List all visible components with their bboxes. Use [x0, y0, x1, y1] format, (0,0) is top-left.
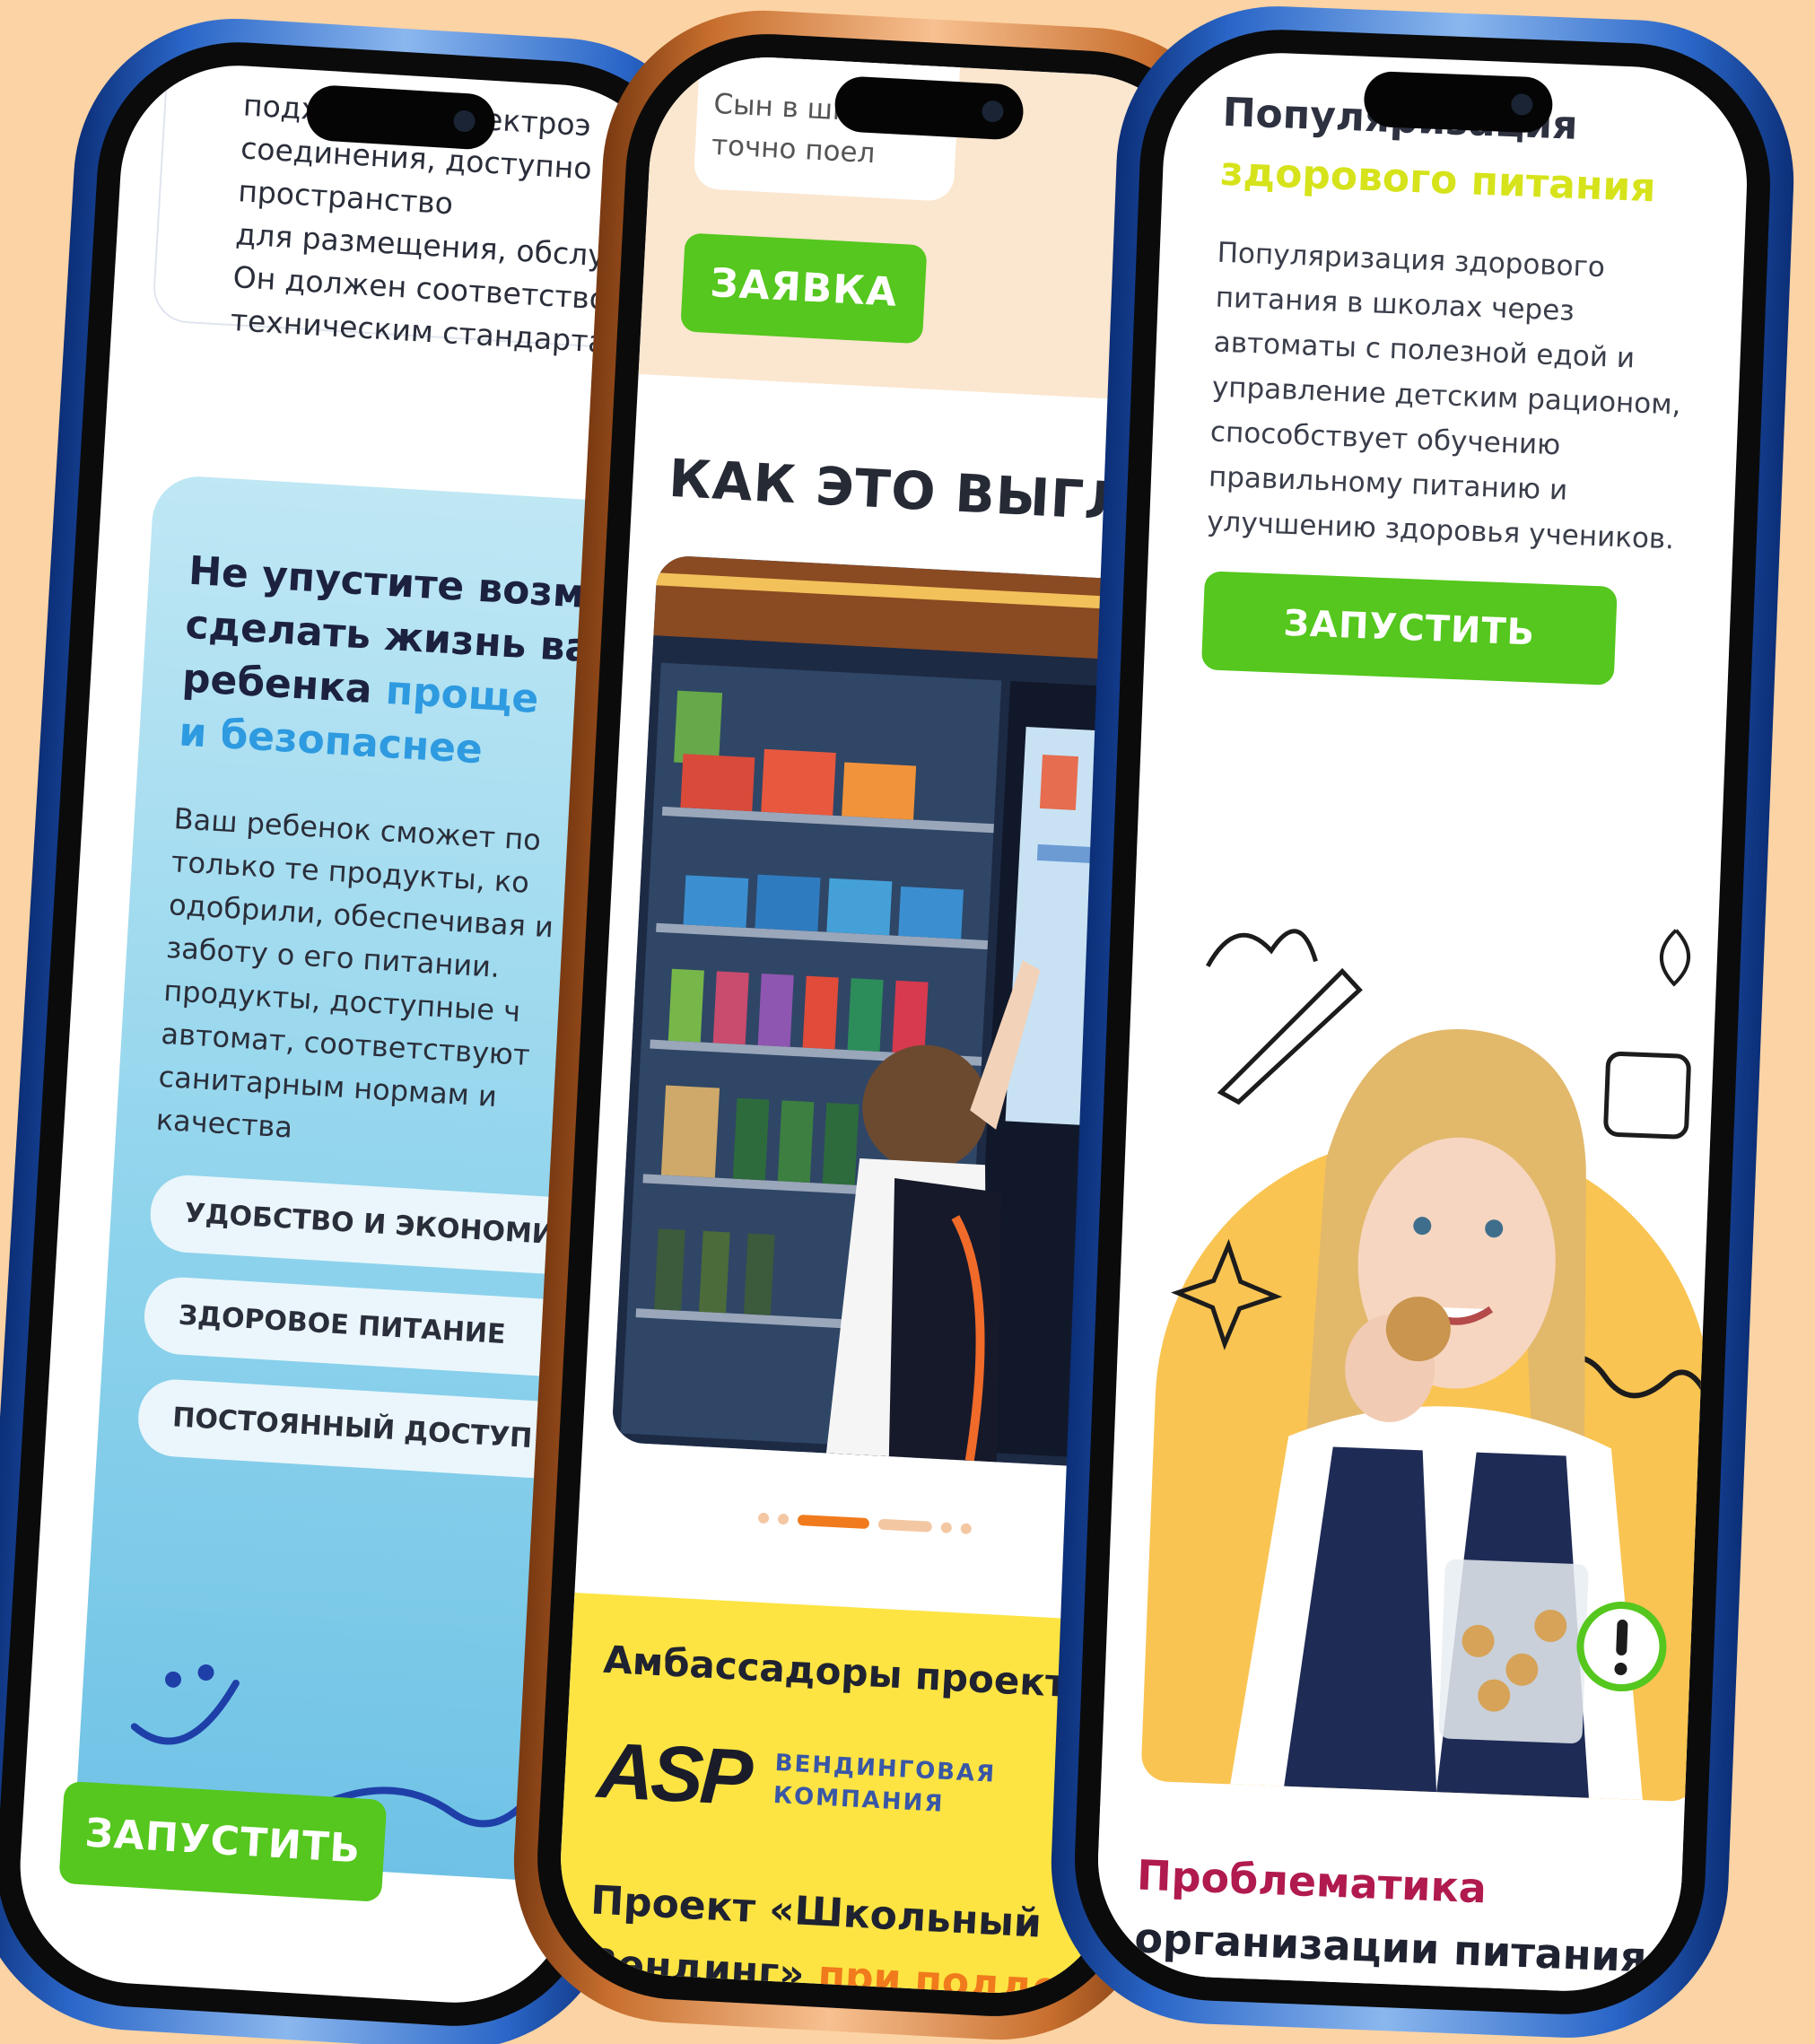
asp-logo-mark: ASP: [595, 1725, 752, 1824]
carousel-dots[interactable]: [757, 1512, 973, 1535]
ambassadors-section: Амбассадоры проекта ASP ВЕНДИНГОВАЯ КОМП…: [554, 1592, 1127, 1999]
carousel-dot[interactable]: [757, 1512, 770, 1524]
broccoli-doodle-icon: [1206, 929, 1318, 967]
asp-logo-text: ASP: [595, 1725, 752, 1822]
asp-logo-subtitle: ВЕНДИНГОВАЯ КОМПАНИЯ: [772, 1747, 997, 1823]
sparkle-doodle-icon: [1171, 1238, 1283, 1350]
dynamic-island: [833, 74, 1025, 141]
carousel-dot[interactable]: [777, 1513, 790, 1525]
phone-bezel: Популяризация здорового питания Популяри…: [1069, 24, 1776, 2020]
carousel-dot[interactable]: [960, 1523, 973, 1535]
dynamic-island: [305, 83, 497, 151]
phone-right: Популяризация здорового питания Популяри…: [1045, 0, 1800, 2044]
heading-line: ребенка: [180, 655, 374, 712]
problem-section: Проблематика организации питания: [1094, 1805, 1684, 1996]
carrot-doodle-icon: [1217, 967, 1363, 1105]
apple-doodle-icon: [1660, 929, 1690, 987]
problem-heading: Проблематика организации питания: [1133, 1844, 1650, 1989]
asp-logo: ASP ВЕНДИНГОВАЯ КОМПАНИЯ: [595, 1725, 1120, 1843]
girl-illustration: [1171, 929, 1706, 1801]
shop-doodle-icon: [1603, 1052, 1691, 1140]
girl-eating-photo: [1140, 857, 1732, 1803]
dynamic-island: [1362, 70, 1553, 134]
healthy-food-text: Популяризация здорового питания в школах…: [1206, 236, 1682, 556]
carousel-dot[interactable]: [877, 1518, 933, 1533]
project-title: Проект «Школьный Вендинг» при подде: [586, 1869, 1113, 1998]
screen-right: Популяризация здорового питания Популяри…: [1094, 48, 1751, 1996]
launch-button[interactable]: ЗАПУСТИТЬ: [58, 1780, 388, 1902]
project-line-highlight: при подде: [803, 1952, 1061, 1999]
heading-highlight: проще: [371, 667, 540, 723]
request-button[interactable]: ЗАЯВКА: [680, 232, 928, 345]
carousel-dot-active[interactable]: [797, 1514, 870, 1530]
ambassadors-title: Амбассадоры проекта: [602, 1637, 1094, 1708]
project-line: Вендинг»: [586, 1940, 806, 1997]
launch-project-button[interactable]: ЗАПУСТИТЬ ПРОЕКТ: [1200, 571, 1618, 751]
section-title: КАК ЭТО ВЫГЛ: [667, 447, 1130, 533]
carousel-dot[interactable]: [940, 1522, 953, 1533]
